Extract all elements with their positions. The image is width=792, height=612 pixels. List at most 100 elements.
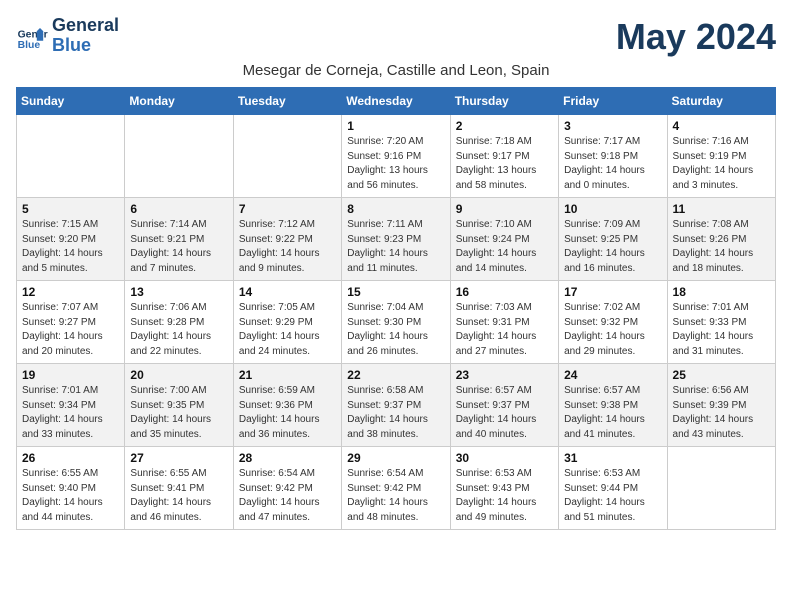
calendar-cell: 9 Sunrise: 7:10 AMSunset: 9:24 PMDaylight…: [450, 198, 558, 281]
day-number: 27: [130, 451, 227, 465]
day-number: 8: [347, 202, 444, 216]
day-info: Sunrise: 7:01 AMSunset: 9:33 PMDaylight:…: [673, 301, 770, 359]
calendar-cell: 23 Sunrise: 6:57 AMSunset: 9:37 PMDayligh…: [450, 364, 558, 447]
day-info: Sunrise: 6:55 AMSunset: 9:40 PMDaylight:…: [22, 467, 119, 525]
column-header-friday: Friday: [559, 88, 667, 115]
day-info: Sunrise: 7:00 AMSunset: 9:35 PMDaylight:…: [130, 384, 227, 442]
column-header-sunday: Sunday: [17, 88, 125, 115]
day-info: Sunrise: 7:09 AMSunset: 9:25 PMDaylight:…: [564, 218, 661, 276]
day-info: Sunrise: 6:53 AMSunset: 9:43 PMDaylight:…: [456, 467, 553, 525]
day-number: 4: [673, 119, 770, 133]
day-info: Sunrise: 7:05 AMSunset: 9:29 PMDaylight:…: [239, 301, 336, 359]
logo-line2: Blue: [52, 36, 119, 56]
calendar-cell: 20Sunrise: 7:00 AMSunset: 9:35 PMDayligh…: [125, 364, 233, 447]
week-row-4: 19 Sunrise: 7:01 AMSunset: 9:34 PMDayligh…: [17, 364, 776, 447]
day-info: Sunrise: 6:53 AMSunset: 9:44 PMDaylight:…: [564, 467, 661, 525]
day-info: Sunrise: 6:54 AMSunset: 9:42 PMDaylight:…: [347, 467, 444, 525]
calendar-cell: 1 Sunrise: 7:20 AMSunset: 9:16 PMDaylight…: [342, 115, 450, 198]
calendar-cell: 29Sunrise: 6:54 AMSunset: 9:42 PMDayligh…: [342, 447, 450, 530]
day-info: Sunrise: 7:08 AMSunset: 9:26 PMDaylight:…: [673, 218, 770, 276]
day-info: Sunrise: 7:12 AMSunset: 9:22 PMDaylight:…: [239, 218, 336, 276]
calendar-cell: 19 Sunrise: 7:01 AMSunset: 9:34 PMDayligh…: [17, 364, 125, 447]
calendar-table: SundayMondayTuesdayWednesdayThursdayFrid…: [16, 87, 776, 530]
day-number: 26: [22, 451, 119, 465]
day-number: 9: [456, 202, 553, 216]
week-row-1: 1 Sunrise: 7:20 AMSunset: 9:16 PMDaylight…: [17, 115, 776, 198]
day-info: Sunrise: 7:14 AMSunset: 9:21 PMDaylight:…: [130, 218, 227, 276]
day-info: Sunrise: 6:57 AMSunset: 9:37 PMDaylight:…: [456, 384, 553, 442]
column-header-thursday: Thursday: [450, 88, 558, 115]
calendar-cell: 21 Sunrise: 6:59 AMSunset: 9:36 PMDayligh…: [233, 364, 341, 447]
calendar-cell: 30 Sunrise: 6:53 AMSunset: 9:43 PMDayligh…: [450, 447, 558, 530]
day-number: 2: [456, 119, 553, 133]
day-info: Sunrise: 7:02 AMSunset: 9:32 PMDaylight:…: [564, 301, 661, 359]
day-info: Sunrise: 7:16 AMSunset: 9:19 PMDaylight:…: [673, 135, 770, 193]
day-info: Sunrise: 6:59 AMSunset: 9:36 PMDaylight:…: [239, 384, 336, 442]
day-number: 13: [130, 285, 227, 299]
logo-line1: General: [52, 16, 119, 36]
day-info: Sunrise: 7:01 AMSunset: 9:34 PMDaylight:…: [22, 384, 119, 442]
day-info: Sunrise: 6:55 AMSunset: 9:41 PMDaylight:…: [130, 467, 227, 525]
calendar-cell: 6 Sunrise: 7:14 AMSunset: 9:21 PMDaylight…: [125, 198, 233, 281]
month-title: May 2024: [616, 16, 776, 58]
day-number: 31: [564, 451, 661, 465]
day-number: 25: [673, 368, 770, 382]
day-info: Sunrise: 7:03 AMSunset: 9:31 PMDaylight:…: [456, 301, 553, 359]
day-info: Sunrise: 7:10 AMSunset: 9:24 PMDaylight:…: [456, 218, 553, 276]
calendar-cell: 12Sunrise: 7:07 AMSunset: 9:27 PMDayligh…: [17, 281, 125, 364]
day-info: Sunrise: 7:15 AMSunset: 9:20 PMDaylight:…: [22, 218, 119, 276]
calendar-cell: 16 Sunrise: 7:03 AMSunset: 9:31 PMDayligh…: [450, 281, 558, 364]
calendar-cell: 31 Sunrise: 6:53 AMSunset: 9:44 PMDayligh…: [559, 447, 667, 530]
calendar-cell: [667, 447, 775, 530]
day-number: 3: [564, 119, 661, 133]
calendar-cell: 22 Sunrise: 6:58 AMSunset: 9:37 PMDayligh…: [342, 364, 450, 447]
day-info: Sunrise: 6:58 AMSunset: 9:37 PMDaylight:…: [347, 384, 444, 442]
calendar-cell: [125, 115, 233, 198]
day-number: 28: [239, 451, 336, 465]
calendar-cell: 24 Sunrise: 6:57 AMSunset: 9:38 PMDayligh…: [559, 364, 667, 447]
calendar-cell: [233, 115, 341, 198]
day-number: 1: [347, 119, 444, 133]
page-header: General Blue General Blue May 2024: [16, 16, 776, 58]
day-number: 7: [239, 202, 336, 216]
calendar-cell: 28Sunrise: 6:54 AMSunset: 9:42 PMDayligh…: [233, 447, 341, 530]
day-number: 22: [347, 368, 444, 382]
day-number: 24: [564, 368, 661, 382]
week-row-3: 12Sunrise: 7:07 AMSunset: 9:27 PMDayligh…: [17, 281, 776, 364]
day-number: 11: [673, 202, 770, 216]
calendar-cell: 13Sunrise: 7:06 AMSunset: 9:28 PMDayligh…: [125, 281, 233, 364]
calendar-cell: 26 Sunrise: 6:55 AMSunset: 9:40 PMDayligh…: [17, 447, 125, 530]
calendar-cell: 7 Sunrise: 7:12 AMSunset: 9:22 PMDaylight…: [233, 198, 341, 281]
week-row-5: 26 Sunrise: 6:55 AMSunset: 9:40 PMDayligh…: [17, 447, 776, 530]
column-header-monday: Monday: [125, 88, 233, 115]
day-number: 16: [456, 285, 553, 299]
column-header-tuesday: Tuesday: [233, 88, 341, 115]
day-number: 17: [564, 285, 661, 299]
calendar-cell: 11 Sunrise: 7:08 AMSunset: 9:26 PMDayligh…: [667, 198, 775, 281]
calendar-cell: 14 Sunrise: 7:05 AMSunset: 9:29 PMDayligh…: [233, 281, 341, 364]
day-number: 15: [347, 285, 444, 299]
day-number: 18: [673, 285, 770, 299]
calendar-subtitle: Mesegar de Corneja, Castille and Leon, S…: [16, 62, 776, 79]
day-number: 19: [22, 368, 119, 382]
day-number: 6: [130, 202, 227, 216]
day-info: Sunrise: 6:57 AMSunset: 9:38 PMDaylight:…: [564, 384, 661, 442]
day-number: 10: [564, 202, 661, 216]
svg-text:General: General: [18, 29, 48, 40]
day-number: 12: [22, 285, 119, 299]
calendar-cell: 27 Sunrise: 6:55 AMSunset: 9:41 PMDayligh…: [125, 447, 233, 530]
day-number: 30: [456, 451, 553, 465]
calendar-cell: 4 Sunrise: 7:16 AMSunset: 9:19 PMDaylight…: [667, 115, 775, 198]
day-number: 23: [456, 368, 553, 382]
day-info: Sunrise: 7:20 AMSunset: 9:16 PMDaylight:…: [347, 135, 444, 193]
calendar-cell: 2 Sunrise: 7:18 AMSunset: 9:17 PMDaylight…: [450, 115, 558, 198]
day-number: 14: [239, 285, 336, 299]
svg-text:Blue: Blue: [18, 40, 41, 51]
calendar-cell: [17, 115, 125, 198]
day-number: 5: [22, 202, 119, 216]
day-number: 21: [239, 368, 336, 382]
calendar-header-row: SundayMondayTuesdayWednesdayThursdayFrid…: [17, 88, 776, 115]
column-header-wednesday: Wednesday: [342, 88, 450, 115]
calendar-cell: 17 Sunrise: 7:02 AMSunset: 9:32 PMDayligh…: [559, 281, 667, 364]
day-info: Sunrise: 7:18 AMSunset: 9:17 PMDaylight:…: [456, 135, 553, 193]
